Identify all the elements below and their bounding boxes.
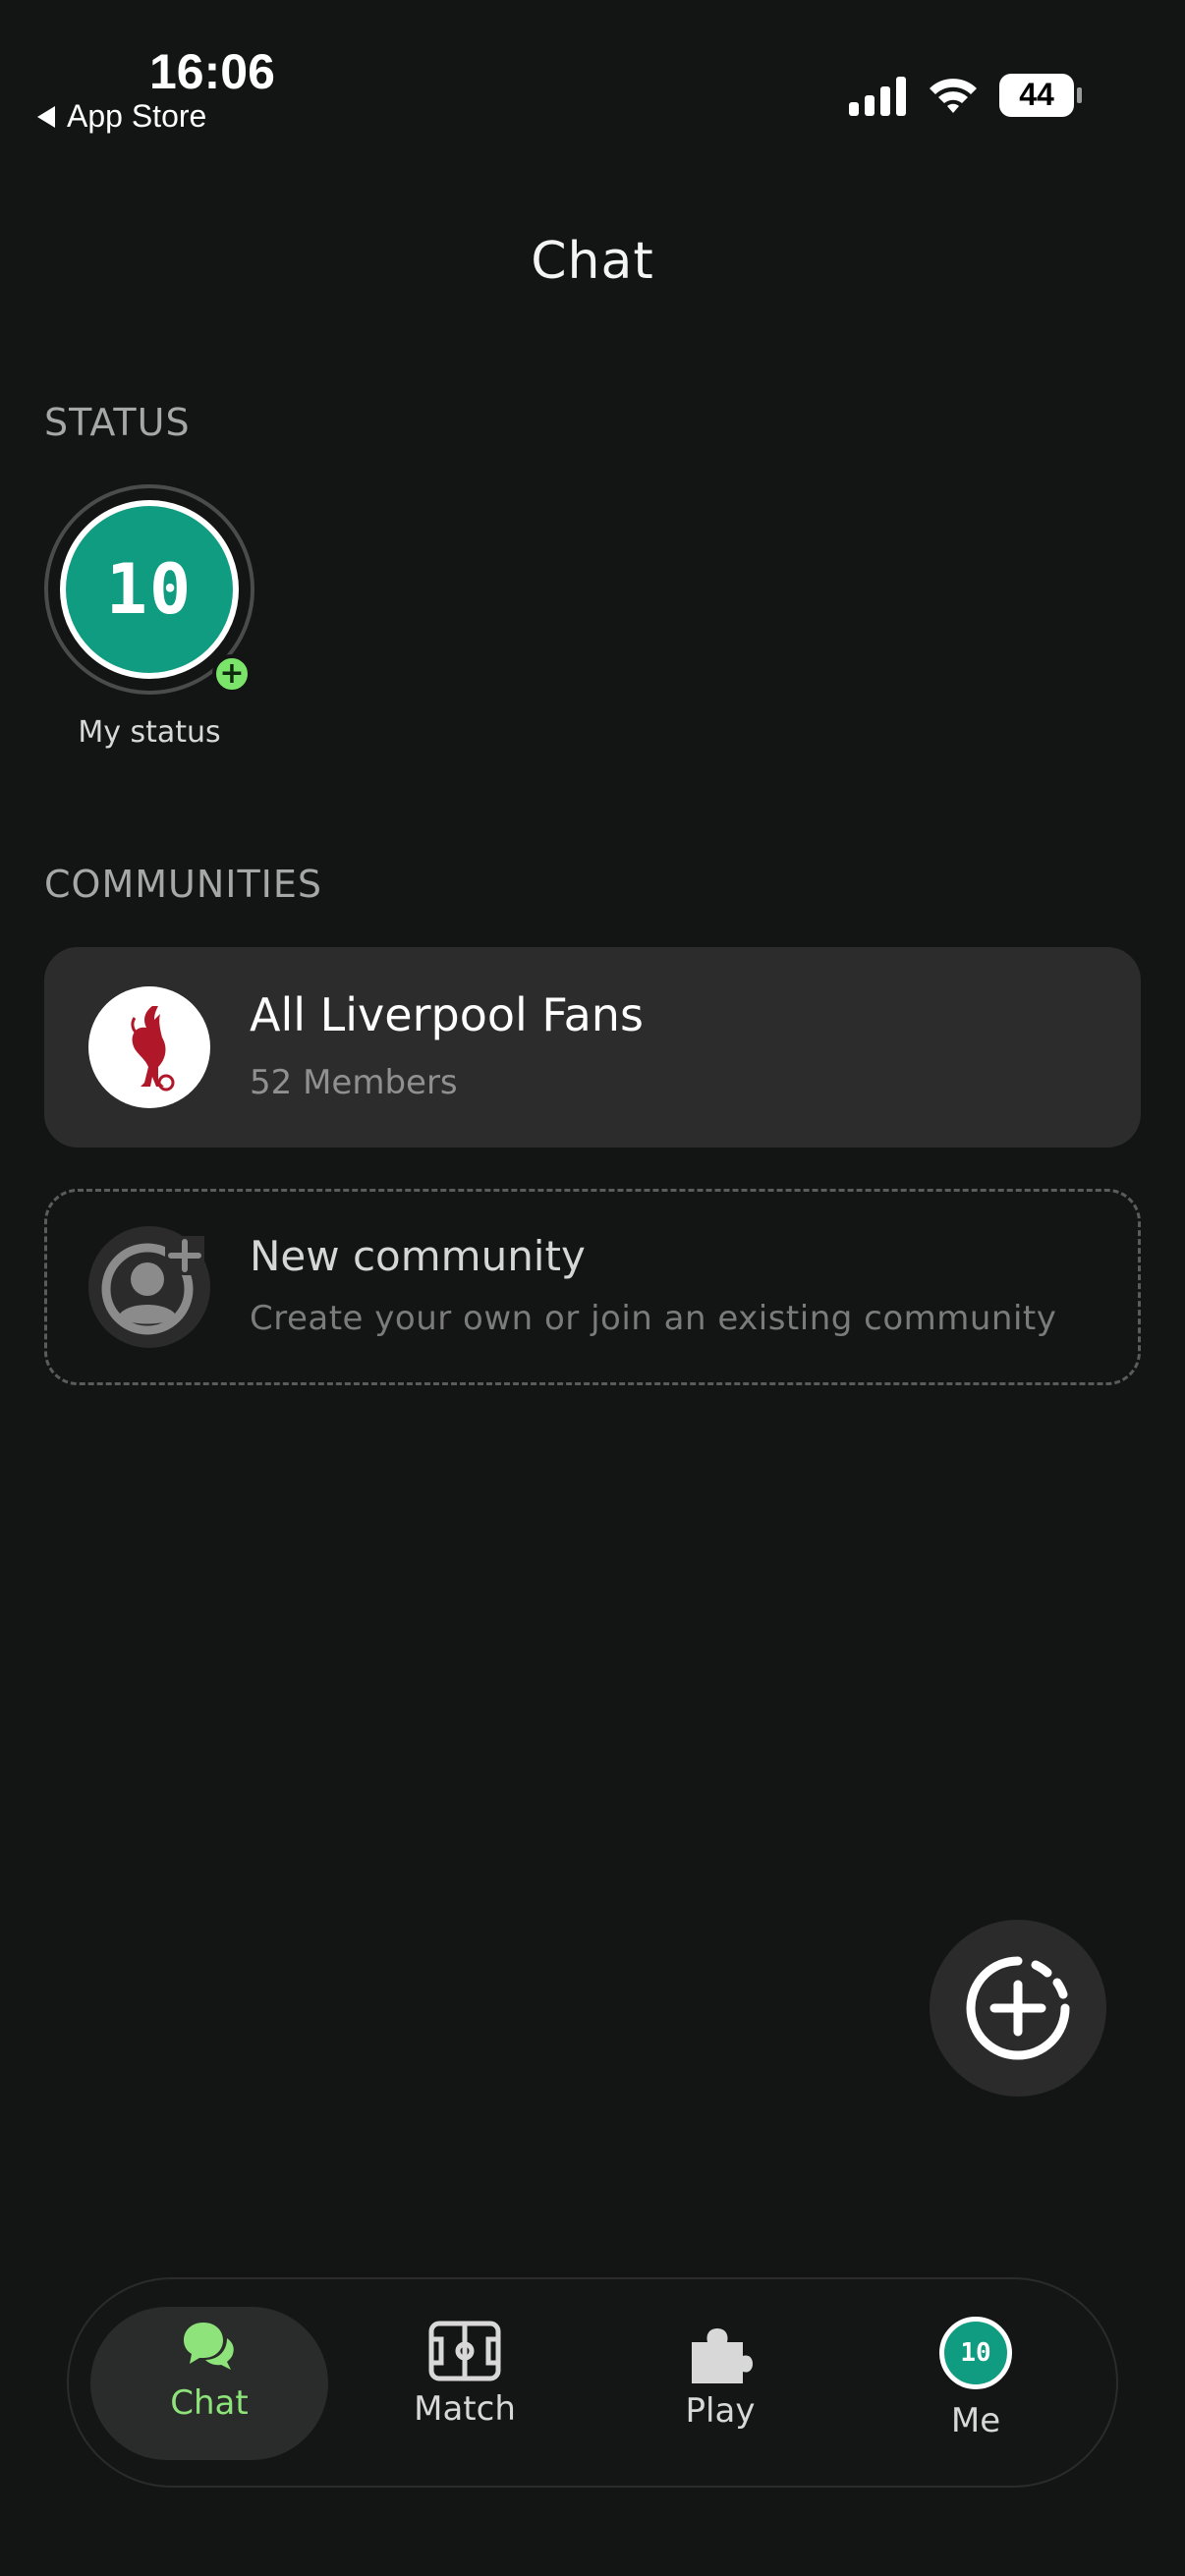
back-to-app-store[interactable]: App Store — [37, 98, 206, 135]
new-community-icon-wrap — [88, 1226, 210, 1348]
nav-label-match: Match — [414, 2389, 516, 2429]
add-person-icon — [101, 1236, 204, 1335]
nav-item-chat[interactable]: Chat — [111, 2321, 308, 2423]
status-avatar-text: 10 — [105, 549, 194, 630]
new-chat-plus-icon — [966, 1956, 1070, 2060]
new-chat-button[interactable] — [930, 1920, 1106, 2097]
nav-item-play[interactable]: Play — [622, 2321, 818, 2431]
nav-label-me: Me — [950, 2401, 1001, 2440]
cellular-signal-icon — [849, 77, 906, 116]
new-community-subtitle: Create your own or join an existing comm… — [250, 1299, 1057, 1338]
communities-section-label: COMMUNITIES — [44, 863, 323, 906]
chat-bubbles-icon — [184, 2323, 234, 2370]
back-label: App Store — [67, 98, 207, 134]
page-title: Chat — [531, 232, 654, 291]
pitch-icon — [428, 2321, 501, 2381]
my-status-avatar[interactable]: 10 — [60, 500, 239, 679]
nav-item-me[interactable]: 10 Me — [877, 2317, 1074, 2440]
liverbird-crest-icon — [88, 986, 210, 1108]
battery-indicator: 44 — [998, 73, 1083, 118]
add-status-icon[interactable]: + — [212, 654, 252, 694]
community-name: All Liverpool Fans — [250, 988, 644, 1041]
status-section-label: STATUS — [44, 401, 191, 444]
puzzle-icon — [692, 2328, 753, 2383]
back-arrow-icon — [37, 105, 55, 128]
nav-item-match[interactable]: Match — [367, 2321, 563, 2429]
wifi-icon — [930, 79, 977, 113]
community-members: 52 Members — [250, 1063, 458, 1102]
avatar: 10 — [939, 2317, 1012, 2389]
battery-level: 44 — [1019, 77, 1054, 112]
my-status-caption: My status — [78, 715, 221, 750]
nav-label-play: Play — [685, 2391, 756, 2431]
nav-label-chat: Chat — [170, 2383, 249, 2423]
new-community-title: New community — [250, 1232, 586, 1280]
me-avatar-text: 10 — [960, 2338, 991, 2368]
status-time: 16:06 — [149, 44, 275, 99]
